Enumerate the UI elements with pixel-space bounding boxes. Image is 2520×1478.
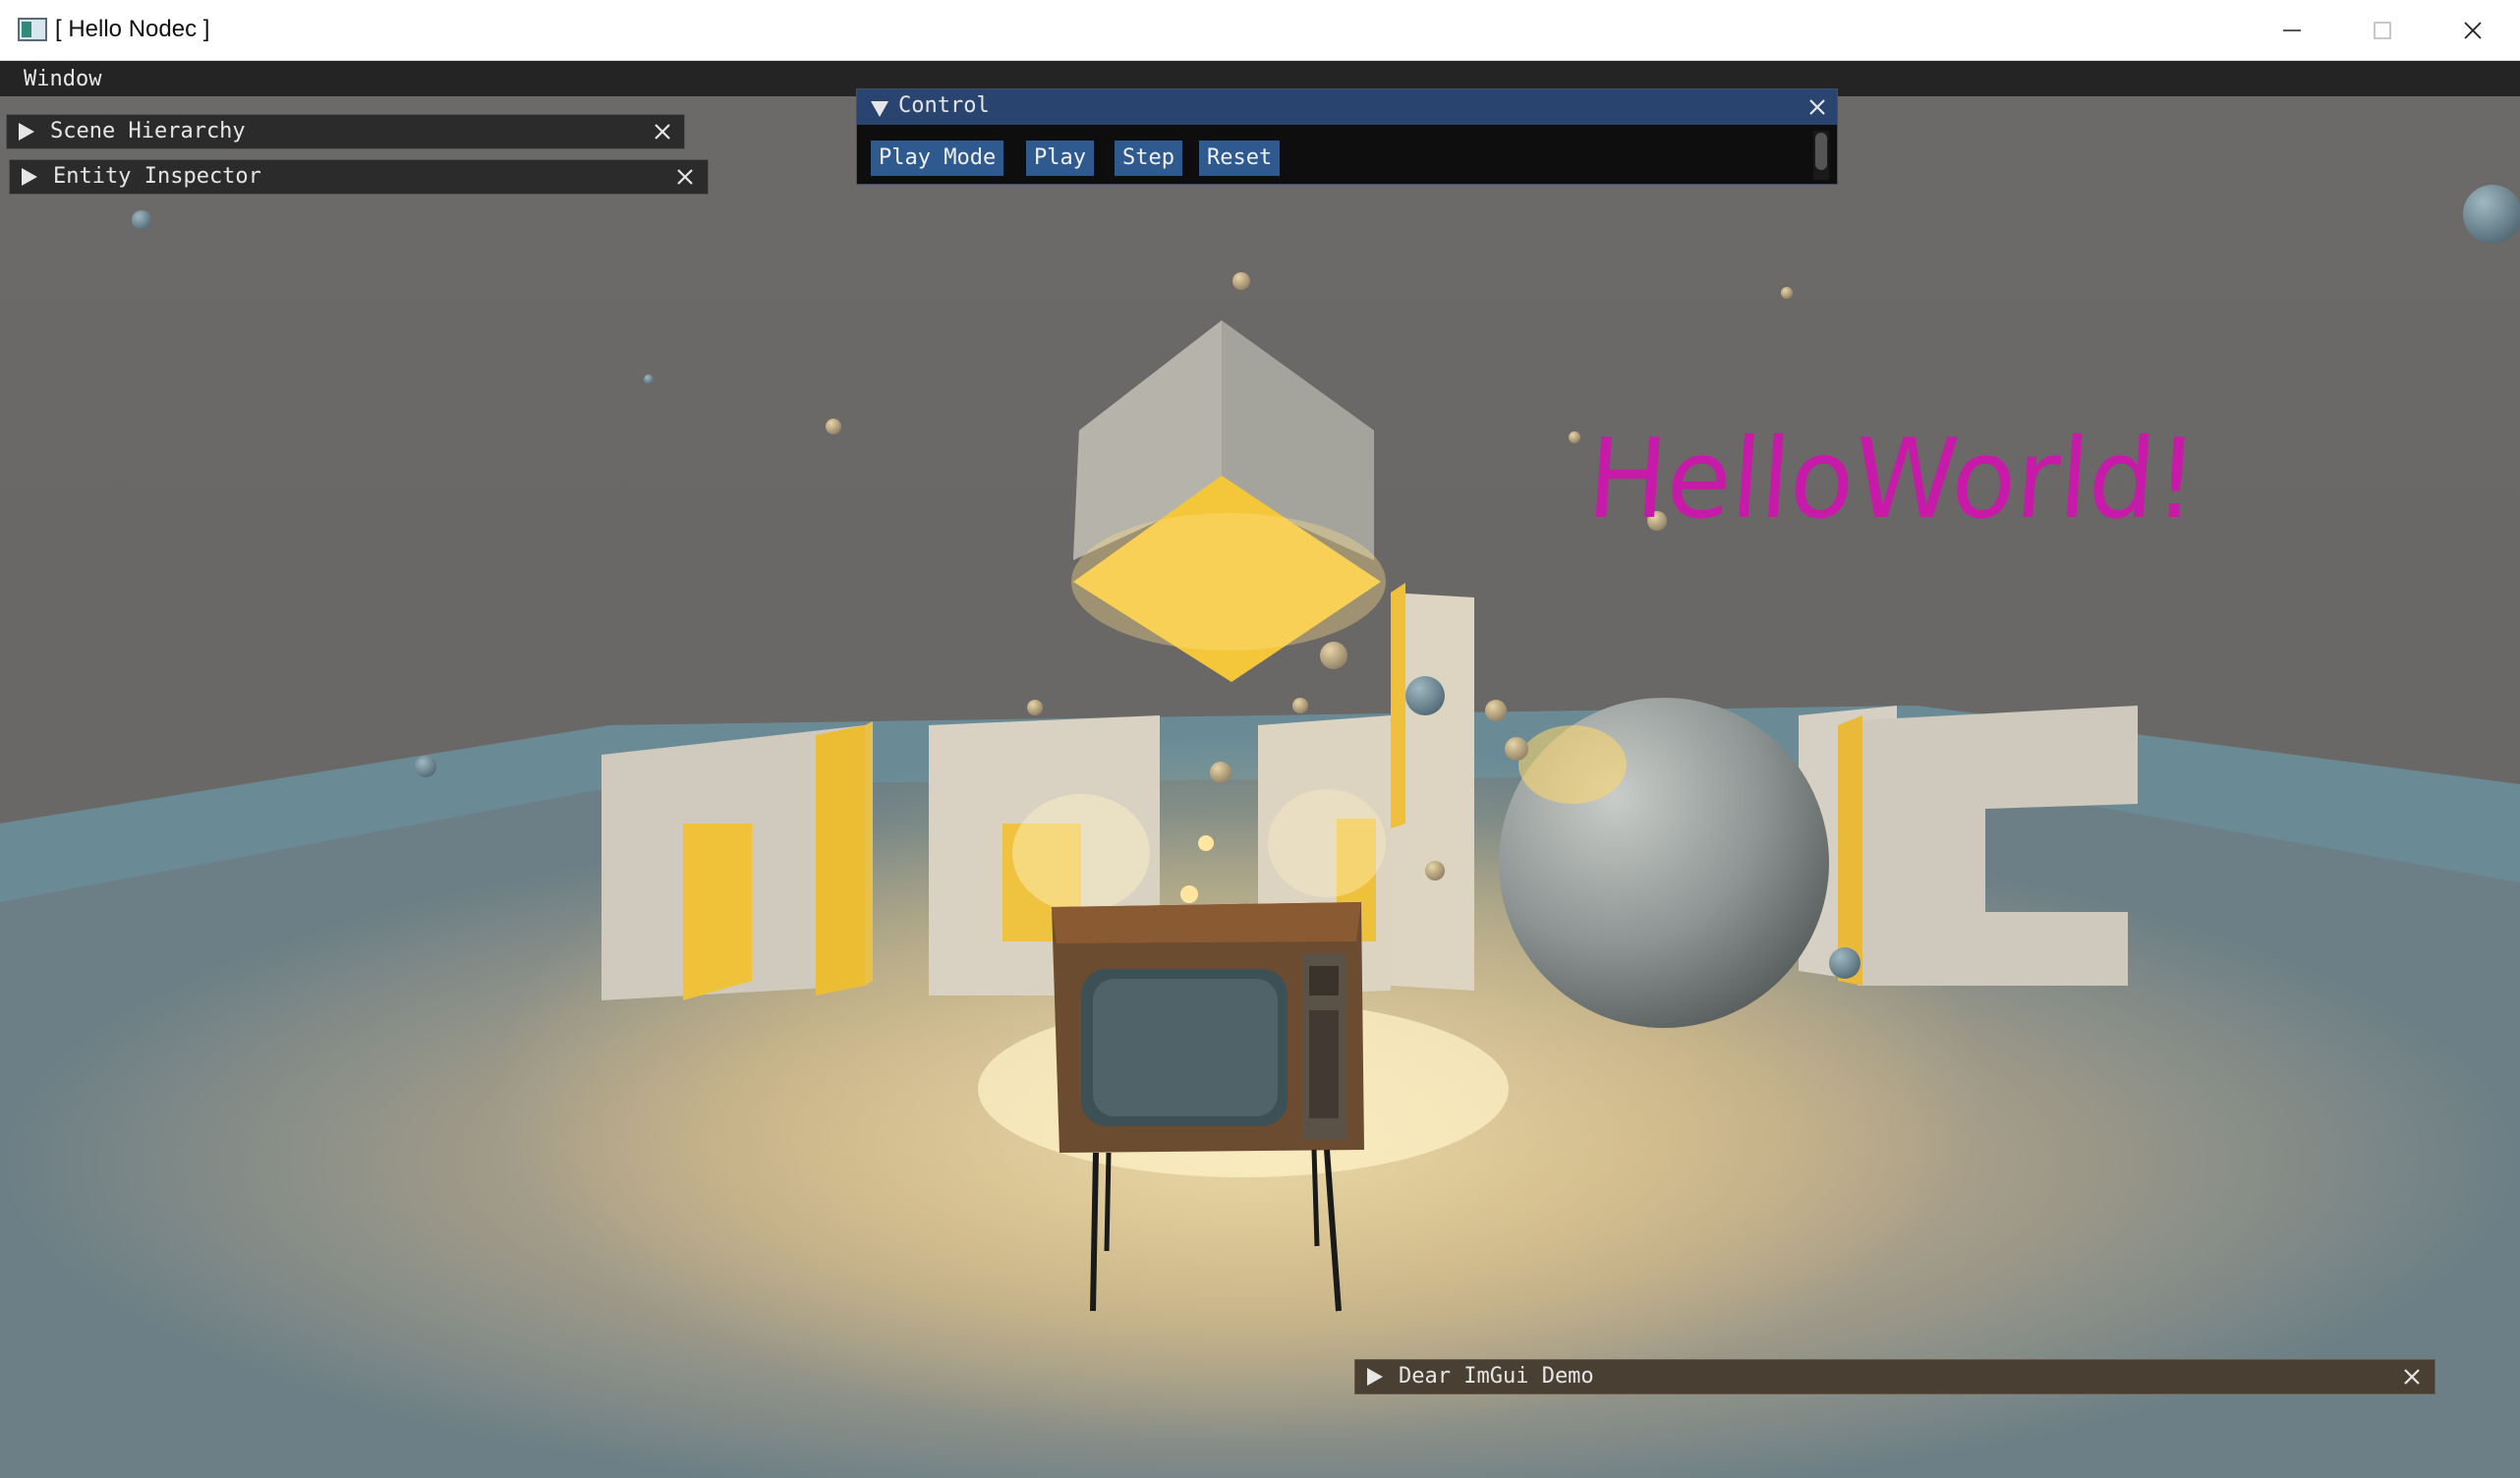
expand-arrow-icon[interactable] xyxy=(22,168,37,186)
maximize-icon xyxy=(2374,21,2391,39)
hello-world-text: HelloWorld! xyxy=(1583,416,2202,543)
close-icon xyxy=(655,124,670,140)
close-icon xyxy=(2404,1369,2420,1385)
close-icon xyxy=(1809,99,1825,115)
entity-inspector-window[interactable]: Entity Inspector xyxy=(9,159,709,195)
entity-inspector-close-button[interactable] xyxy=(674,166,696,188)
scene-hierarchy-window[interactable]: Scene Hierarchy xyxy=(6,114,685,149)
control-title: Control xyxy=(898,93,990,118)
play-mode-button[interactable]: Play Mode xyxy=(871,141,1004,176)
collapse-arrow-icon[interactable] xyxy=(871,101,888,117)
close-button[interactable] xyxy=(2428,0,2518,60)
app-icon xyxy=(18,18,47,41)
control-title-bar[interactable]: Control xyxy=(857,89,1837,125)
scene-hierarchy-close-button[interactable] xyxy=(652,121,673,142)
os-title-bar: [ Hello Nodec ] xyxy=(0,0,2520,61)
app-title: [ Hello Nodec ] xyxy=(55,16,210,42)
imgui-demo-window[interactable]: Dear ImGui Demo xyxy=(1354,1359,2435,1394)
imgui-demo-title: Dear ImGui Demo xyxy=(1399,1364,1594,1389)
expand-arrow-icon[interactable] xyxy=(1367,1368,1383,1386)
play-button[interactable]: Play xyxy=(1026,141,1094,176)
close-icon xyxy=(677,169,693,185)
maximize-button[interactable] xyxy=(2337,0,2428,60)
close-icon xyxy=(2464,21,2482,39)
step-button[interactable]: Step xyxy=(1115,141,1182,176)
control-window: Control Play Mode Play Step Reset xyxy=(856,88,1838,185)
scene-render: HelloWorld! xyxy=(0,185,2520,1478)
scene-viewport[interactable]: HelloWorld! xyxy=(0,96,2520,1478)
scene-hierarchy-title: Scene Hierarchy xyxy=(50,119,246,143)
minimize-icon xyxy=(2283,28,2301,31)
entity-inspector-title: Entity Inspector xyxy=(53,164,261,189)
minimize-button[interactable] xyxy=(2247,0,2337,60)
control-close-button[interactable] xyxy=(1806,96,1828,118)
reset-button[interactable]: Reset xyxy=(1199,141,1281,176)
expand-arrow-icon[interactable] xyxy=(19,123,34,141)
menu-window[interactable]: Window xyxy=(14,67,111,91)
imgui-demo-close-button[interactable] xyxy=(2401,1366,2423,1388)
control-scrollbar[interactable] xyxy=(1813,131,1829,180)
